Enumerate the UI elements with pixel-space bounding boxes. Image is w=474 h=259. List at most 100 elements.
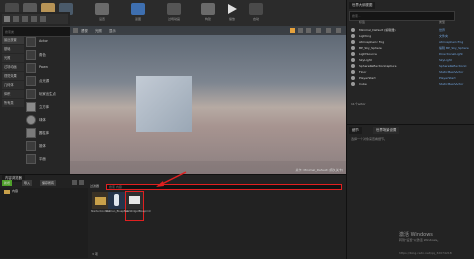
paint-mode-icon[interactable] [13, 16, 19, 22]
place-item-actor[interactable]: Actor [25, 36, 68, 49]
visibility-icon[interactable] [351, 70, 355, 74]
activate-windows-text: 转到"设置"以激活 Windows。 [399, 238, 441, 242]
landscape-mode-icon[interactable] [22, 16, 28, 22]
foliage-mode-icon[interactable] [31, 16, 37, 22]
category-cinematic[interactable]: 过场动画 [2, 63, 24, 71]
source-url: https://blog.csdn.net/qq_32074218 [399, 251, 452, 255]
plane-icon [26, 154, 36, 164]
tab-details[interactable]: 细节 [349, 127, 362, 134]
back-icon[interactable] [72, 180, 77, 185]
import-button[interactable]: 导入 [22, 180, 33, 186]
place-item-plane[interactable]: 平面 [25, 153, 68, 166]
place-item-cone[interactable]: 锥体 [25, 140, 68, 153]
category-geometry[interactable]: 几何体 [2, 81, 24, 89]
visibility-icon[interactable] [351, 64, 355, 68]
blueprint-icon [131, 3, 145, 15]
category-volumes[interactable]: 体积 [2, 90, 24, 98]
content-search-input[interactable] [106, 184, 342, 190]
visibility-icon[interactable] [351, 28, 355, 32]
forward-icon[interactable] [79, 180, 84, 185]
asset-starter-content[interactable]: StarterContent [91, 192, 110, 220]
angle-snap-icon[interactable] [326, 28, 331, 33]
tab-world-settings[interactable]: 世界场景设置 [373, 127, 400, 134]
category-recent[interactable]: 最近放置 [2, 36, 24, 44]
blueprints-button[interactable]: 蓝图 [130, 2, 146, 24]
category-lights[interactable]: 光照 [2, 54, 24, 62]
visibility-icon[interactable] [351, 34, 355, 38]
details-hint: 选择一个对象来查看细节。 [351, 137, 388, 141]
translate-tool-icon[interactable] [290, 28, 295, 33]
cylinder-icon [26, 128, 36, 138]
place-item-player-start[interactable]: 玩家出生点 [25, 88, 68, 101]
asset-human-blueprint[interactable]: Human_Blueprint [106, 192, 129, 220]
pawn-icon [26, 63, 36, 73]
folder-icon [4, 190, 10, 194]
place-mode-icon[interactable] [4, 16, 10, 22]
play-button[interactable]: 播放 [224, 2, 240, 24]
show-button[interactable]: 显示 [109, 28, 116, 33]
actor-icon [26, 37, 36, 47]
geometry-mode-icon[interactable] [40, 16, 46, 22]
world-outliner: 世界大纲视图 标签 类型 Minimal_Default (编辑器)世界 Lig… [346, 0, 474, 124]
player-start-icon [26, 89, 36, 99]
place-item-pawn[interactable]: Pawn [25, 62, 68, 75]
tab-world-outliner[interactable]: 世界大纲视图 [349, 2, 376, 9]
cone-icon [26, 141, 36, 151]
scale-tool-icon[interactable] [306, 28, 311, 33]
cinematics-icon [167, 3, 181, 15]
cinematics-button[interactable]: 过场动画 [166, 2, 182, 24]
character-icon [26, 50, 36, 60]
visibility-icon[interactable] [351, 76, 355, 80]
settings-icon [95, 3, 109, 15]
sphere-icon [26, 115, 36, 125]
build-icon [201, 3, 215, 15]
category-all-classes[interactable]: 所有类 [2, 99, 24, 107]
level-viewport[interactable]: 透视 光照 显示 关卡: Minimal_Default (持久关卡) [70, 26, 346, 174]
place-item-cylinder[interactable]: 圆柱体 [25, 127, 68, 140]
build-button[interactable]: 构建 [200, 2, 216, 24]
modes-tabs [2, 14, 68, 24]
outliner-row[interactable]: Cube StaticMeshActor [349, 81, 473, 87]
viewport-toolbar: 透视 光照 显示 [70, 26, 346, 35]
level-label: 关卡: Minimal_Default (持久关卡) [295, 168, 343, 172]
folder-tree: 内容 [0, 188, 88, 258]
details-panel: 细节 世界场景设置 选择一个对象来查看细节。 激活 Windows 转到"设置"… [346, 124, 474, 259]
visibility-icon[interactable] [351, 40, 355, 44]
add-new-button[interactable]: 新增 [2, 180, 13, 186]
point-light-icon [26, 76, 36, 86]
cube-icon [26, 102, 36, 112]
maximize-icon[interactable] [336, 28, 341, 33]
grid-snap-icon[interactable] [316, 28, 321, 33]
visibility-icon[interactable] [351, 46, 355, 50]
save-all-button[interactable]: 保存所有 [40, 180, 57, 186]
widget-blueprint-icon [126, 192, 143, 209]
outliner-status: 11个actor [351, 102, 366, 106]
launch-button[interactable]: 启动 [248, 2, 264, 24]
cube-actor[interactable] [136, 76, 192, 132]
play-icon [225, 3, 239, 15]
visibility-icon[interactable] [351, 82, 355, 86]
viewport-options-icon[interactable] [73, 28, 78, 33]
category-visual-effects[interactable]: 视觉效果 [2, 72, 24, 80]
folder-icon [92, 192, 109, 209]
visibility-icon[interactable] [351, 52, 355, 56]
place-item-point-light[interactable]: 点光源 [25, 75, 68, 88]
rotate-tool-icon[interactable] [298, 28, 303, 33]
folder-content[interactable]: 内容 [12, 189, 18, 193]
settings-button[interactable]: 设置 [94, 2, 110, 24]
asset-widget-blueprint[interactable]: NewWidgetBlueprint [124, 191, 151, 221]
lit-button[interactable]: 光照 [95, 28, 102, 33]
red-arrow-annotation [156, 171, 187, 187]
place-item-character[interactable]: 角色 [25, 49, 68, 62]
place-item-sphere[interactable]: 球体 [25, 114, 68, 127]
filters-button[interactable]: 过滤器 [90, 184, 100, 189]
category-basic[interactable]: 基础 [2, 45, 24, 53]
visibility-icon[interactable] [351, 58, 355, 62]
place-item-cube[interactable]: 立方体 [25, 101, 68, 114]
outliner-type-header[interactable]: 类型 [439, 20, 445, 24]
activate-windows-title: 激活 Windows [399, 232, 433, 238]
content-status: 3 项 [92, 252, 98, 256]
blueprint-icon [108, 192, 125, 209]
outliner-label-header[interactable]: 标签 [359, 20, 365, 24]
perspective-button[interactable]: 透视 [81, 28, 88, 33]
